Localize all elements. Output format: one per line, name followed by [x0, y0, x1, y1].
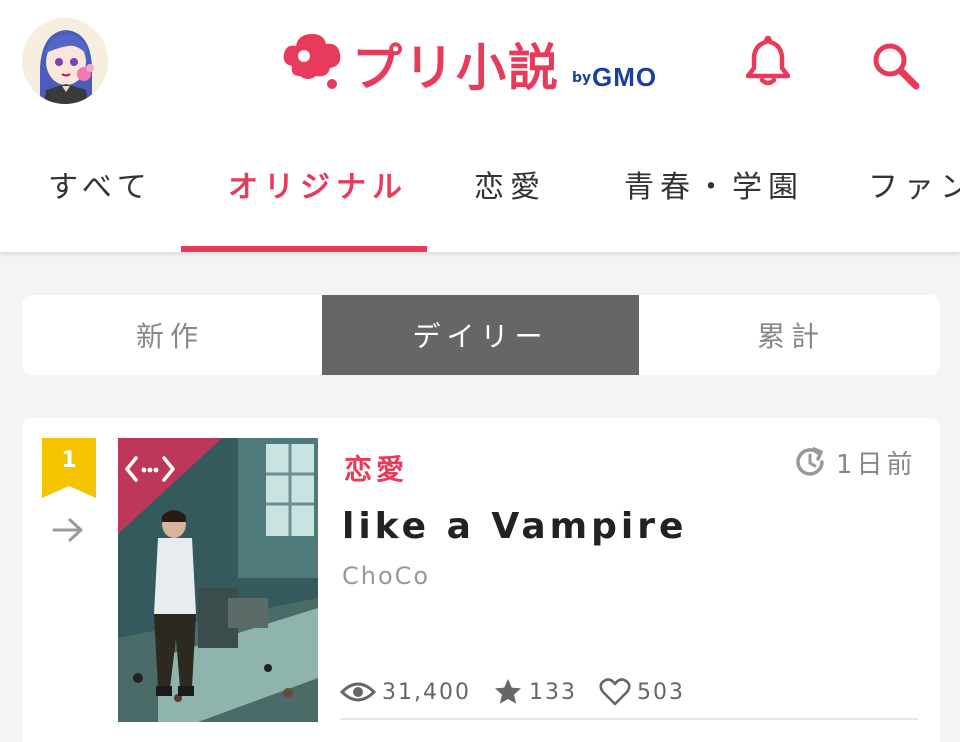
- story-title[interactable]: like a Vampire: [342, 506, 687, 547]
- logo-gmo: GMO: [592, 62, 658, 92]
- rank-number: 1: [61, 448, 77, 473]
- app-header: プリ小説 by GMO すべて オリジナル 恋愛 青春・学園 ファン: [0, 0, 960, 252]
- logo-wordmark: プリ小説: [352, 39, 560, 97]
- tab-fan[interactable]: ファン: [868, 162, 960, 206]
- avatar-image: [22, 18, 108, 104]
- updated-time: 1日前: [792, 442, 917, 482]
- tab-original[interactable]: オリジナル: [228, 162, 408, 206]
- heart-icon: [599, 678, 631, 706]
- tab-all[interactable]: すべて: [48, 162, 153, 206]
- like-count-value: 503: [636, 679, 685, 705]
- tab-romance[interactable]: 恋愛: [474, 162, 546, 206]
- bell-icon[interactable]: [740, 32, 796, 88]
- view-count-value: 31,400: [382, 679, 471, 705]
- story-cover[interactable]: [118, 438, 318, 722]
- story-card[interactable]: 1 恋愛 1日前 like a Vampire ChoCo 31,400 133…: [22, 418, 940, 742]
- star-count: 133: [493, 677, 577, 707]
- arrow-right-icon: [52, 518, 83, 542]
- active-tab-indicator: [181, 246, 427, 252]
- user-avatar[interactable]: [22, 18, 108, 104]
- code-brackets-icon: [125, 456, 175, 482]
- history-icon: [796, 447, 824, 476]
- star-count-value: 133: [528, 679, 577, 705]
- genre-tabs: すべて オリジナル 恋愛 青春・学園 ファン: [0, 140, 960, 252]
- ranking-period-switch: 新作 デイリー 累計: [22, 295, 940, 375]
- view-count: 31,400: [340, 680, 471, 705]
- updated-time-text: 1日前: [836, 449, 917, 480]
- like-count: 503: [599, 677, 685, 707]
- story-stats: 31,400 133 503: [340, 672, 707, 712]
- card-divider: [340, 718, 918, 720]
- story-genre[interactable]: 恋愛: [344, 448, 408, 488]
- segment-daily[interactable]: デイリー: [322, 295, 639, 375]
- logo-cloud-icon: [283, 34, 341, 89]
- tab-youth-school[interactable]: 青春・学園: [624, 162, 804, 206]
- app-logo[interactable]: プリ小説 by GMO: [280, 26, 690, 97]
- segment-total[interactable]: 累計: [642, 295, 940, 375]
- search-icon[interactable]: [868, 38, 924, 94]
- logo-by: by: [572, 70, 592, 86]
- star-icon: [494, 679, 521, 704]
- story-author[interactable]: ChoCo: [342, 562, 430, 590]
- eye-icon: [340, 682, 376, 702]
- segment-new[interactable]: 新作: [22, 295, 318, 375]
